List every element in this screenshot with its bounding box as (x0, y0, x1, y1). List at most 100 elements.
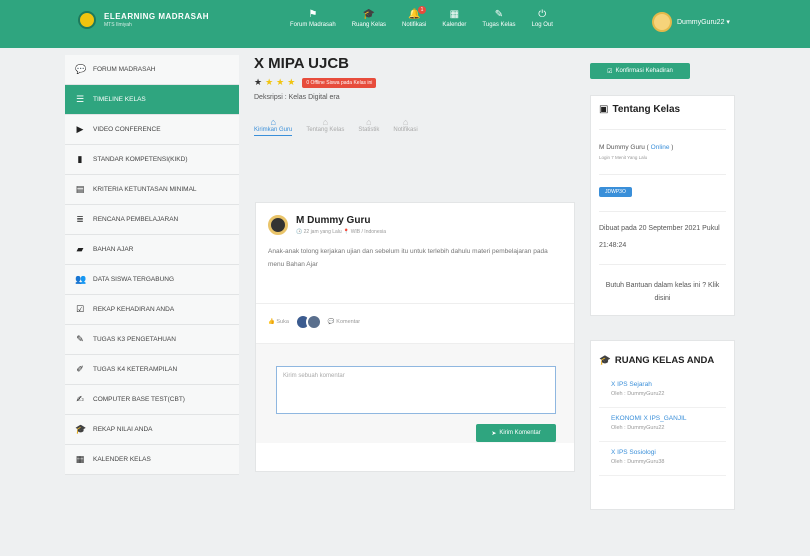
list-icon: ≣ (76, 214, 84, 224)
nav-comments[interactable]: ⚑ Forum Madrasah (282, 8, 344, 28)
nav-bell[interactable]: 🔔 Notifikasi 1 (394, 6, 434, 28)
sidebar-item[interactable]: 👥 Data Siswa Tergabung (65, 265, 239, 295)
sidebar-item-label: Rekap Nilai Anda (93, 426, 153, 433)
class-name[interactable]: X IPS Sosiologi (611, 448, 726, 457)
class-owner: Oleh : DummyGuru22 (611, 391, 665, 397)
sidebar-item[interactable]: ≣ Rencana Pembelajaran (65, 205, 239, 235)
tab-icon: ⌂ (402, 117, 409, 127)
sidebar-item[interactable]: ✎ Tugas K3 Pengetahuan (65, 325, 239, 355)
nav-label: Notifikasi (402, 22, 427, 28)
sidebar-item-label: Rencana Pembelajaran (93, 216, 179, 223)
like-button[interactable]: 👍 Suka (268, 319, 289, 325)
sidebar-item[interactable]: ✐ Tugas K4 Keterampilan (65, 355, 239, 385)
likers-avatars[interactable] (294, 314, 322, 330)
sidebar-item[interactable]: ☑ Rekap Kehadiran Anda (65, 295, 239, 325)
post-actions: 👍 Suka 💬 Komentar (256, 303, 574, 340)
check-square-icon: ☑ (75, 304, 85, 314)
star-icon: ★ (276, 77, 285, 87)
about-class-card: ▣ Tentang Kelas M Dummy Guru ( Online ) L… (590, 95, 735, 316)
comments-icon: ⚑ (308, 9, 318, 20)
send-comment-label: Kirim Komentar (499, 430, 541, 436)
video-icon: ▶ (76, 124, 84, 134)
user-menu[interactable]: DummyGuru22 ▾ (652, 12, 730, 32)
sidebar-item[interactable]: 💬 Forum Madrasah (65, 55, 239, 85)
sidebar-item-label: Computer Base Test(CBT) (93, 396, 185, 403)
tab[interactable]: ⌂ Kirimkan Guru (254, 117, 293, 136)
sidebar-item[interactable]: ▰ Bahan Ajar (65, 235, 239, 265)
class-name[interactable]: X IPS Sejarah (611, 380, 726, 389)
tab-label: Kirimkan Guru (254, 127, 293, 133)
tab-label: Notifikasi (393, 127, 418, 133)
my-classes-card: 🎓 RUANG KELAS ANDA X IPS Sejarah Oleh : Du… (590, 340, 735, 510)
nav-tasks[interactable]: ✎ Tugas Kelas (474, 8, 523, 28)
nav-logout[interactable]: ⏻ Log Out (524, 8, 561, 28)
graduation-cap-icon: 🎓 (362, 9, 376, 20)
tab[interactable]: ⌂ Statistik (358, 117, 379, 136)
sidebar-item[interactable]: ✍ Computer Base Test(CBT) (65, 385, 239, 415)
sidebar-item[interactable]: ▶ Video Conference (65, 115, 239, 145)
class-code-badge: JDWP3O (599, 187, 632, 197)
users-icon: 👥 (75, 274, 87, 284)
nav-graduation-cap[interactable]: 🎓 Ruang Kelas (344, 8, 394, 28)
sidebar-item-label: Standar Kompetensi(KIKD) (93, 156, 188, 163)
class-tabs: ⌂ Kirimkan Guru ⌂ Tentang Kelas ⌂ Statistik ⌂ N… (254, 117, 574, 136)
confirm-attendance-button[interactable]: ☑ Konfirmasi Kehadiran (590, 63, 690, 79)
about-title: ▣ Tentang Kelas (599, 104, 726, 130)
sidebar-item-label: Data Siswa Tergabung (93, 276, 175, 283)
tasks-icon: ✎ (494, 9, 504, 20)
edit-icon: ✍ (76, 394, 84, 404)
sidebar-item[interactable]: 🎓 Rekap Nilai Anda (65, 415, 239, 445)
star-icon: ★ (287, 77, 296, 87)
list-item[interactable]: X IPS Sejarah Oleh : DummyGuru22 (599, 374, 726, 408)
sidebar-item-label: Video Conference (93, 126, 161, 133)
brand[interactable]: ELEARNING MADRASAH MTS Ilmiyah (78, 11, 209, 29)
nav-label: Log Out (531, 22, 553, 28)
class-owner: Oleh : DummyGuru22 (611, 425, 665, 431)
madrasah-logo-icon (78, 11, 96, 29)
sidebar-item[interactable]: ▤ Kriteria Ketuntasan Minimal (65, 175, 239, 205)
list-item[interactable]: X IPS Sosiologi Oleh : DummyGuru38 (599, 442, 726, 476)
send-comment-button[interactable]: ➤ Kirim Komentar (476, 424, 556, 442)
tab[interactable]: ⌂ Notifikasi (393, 117, 417, 136)
rooms-title-text: RUANG KELAS ANDA (614, 355, 715, 366)
calendar-icon: ▦ (75, 454, 85, 464)
comment-button[interactable]: 💬 Komentar (328, 319, 360, 325)
main-content: X MIPA UJCB ★ ★ ★ ★ 0 Offline Siswa pada… (244, 55, 574, 136)
comment-input[interactable]: Kirim sebuah komentar (276, 366, 556, 414)
top-nav: ⚑ Forum Madrasah 🎓 Ruang Kelas 🔔 Notifikasi 1 ▦… (282, 6, 561, 28)
help-link[interactable]: Butuh Bantuan dalam kelas ini ? Klik dis… (599, 265, 726, 305)
sidebar-item-label: Kriteria Ketuntasan Minimal (93, 186, 197, 193)
tab[interactable]: ⌂ Tentang Kelas (306, 117, 344, 136)
last-login: Login 7 Menit Yang Lalu (599, 155, 726, 175)
online-status: Online (650, 144, 670, 151)
pencil-icon: ✎ (76, 334, 84, 344)
logout-icon: ⏻ (538, 9, 547, 20)
nav-label: Forum Madrasah (290, 22, 336, 28)
class-name[interactable]: EKONOMI X IPS_GANJIL (611, 414, 726, 423)
right-panel: ☑ Konfirmasi Kehadiran ▣ Tentang Kelas M … (590, 63, 735, 510)
timeline-icon: ☰ (75, 94, 85, 104)
brand-subtitle: MTS Ilmiyah (104, 22, 132, 28)
chart-icon: ▤ (75, 184, 85, 194)
list-item[interactable]: EKONOMI X IPS_GANJIL Oleh : DummyGuru22 (599, 408, 726, 442)
tab-icon: ⌂ (322, 117, 329, 127)
top-navbar: ELEARNING MADRASAH MTS Ilmiyah ⚑ Forum Ma… (0, 0, 810, 48)
graduation-cap-icon: 🎓 (599, 355, 611, 366)
rating: ★ ★ ★ ★ 0 Offline Siswa pada Kelas ini (254, 77, 574, 88)
tab-label: Statistik (358, 127, 380, 133)
avatar (652, 12, 672, 32)
sidebar-item[interactable]: ☰ Timeline Kelas (65, 85, 239, 115)
nav-calendar[interactable]: ▦ Kalender (434, 8, 474, 28)
sidebar-item[interactable]: ▮ Standar Kompetensi(KIKD) (65, 145, 239, 175)
sidebar-item-label: Tugas K4 Keterampilan (93, 366, 178, 373)
post-author[interactable]: M Dummy Guru (296, 215, 386, 226)
confirm-label: Konfirmasi Kehadiran (615, 68, 673, 74)
brush-icon: ✐ (76, 364, 84, 374)
sidebar-item-label: Rekap Kehadiran Anda (93, 306, 175, 313)
teacher-suffix: ) (669, 144, 674, 151)
class-owner: Oleh : DummyGuru38 (611, 459, 665, 465)
status-badge: 0 Offline Siswa pada Kelas ini (302, 77, 377, 88)
sidebar-item[interactable]: ▦ Kalender Kelas (65, 445, 239, 475)
nav-label: Ruang Kelas (351, 22, 387, 28)
comment-area: Kirim sebuah komentar ➤ Kirim Komentar (256, 343, 574, 443)
